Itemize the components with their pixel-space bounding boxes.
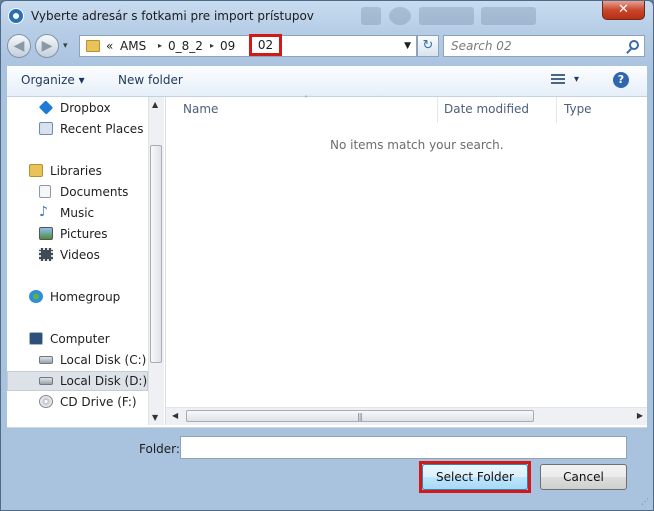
command-toolbar: Organize ▾ New folder ▾ ? [7, 66, 647, 97]
nav-item-videos[interactable]: Videos [7, 245, 148, 265]
breadcrumb-overflow[interactable]: « [106, 39, 113, 53]
recent-locations-dropdown[interactable]: ▾ [63, 41, 68, 51]
nav-item-label: Homegroup [50, 290, 121, 304]
organize-button[interactable]: Organize ▾ [21, 73, 85, 87]
nav-item-music[interactable]: ♪ Music [7, 203, 148, 223]
nav-item-label: Local Disk (C:) [60, 353, 147, 367]
new-folder-button[interactable]: New folder [118, 73, 183, 87]
scroll-left-icon[interactable]: ◀ [172, 411, 178, 420]
navigation-pane: Dropbox Recent Places Libraries Document… [7, 97, 148, 425]
column-divider[interactable] [556, 97, 557, 123]
nav-item-dropbox[interactable]: Dropbox [7, 98, 148, 118]
breadcrumb-09[interactable]: 09 [220, 39, 235, 53]
search-icon[interactable] [629, 40, 639, 50]
background-window-fragment [419, 7, 474, 25]
computer-icon [29, 332, 43, 345]
scroll-right-icon[interactable]: ▶ [637, 411, 643, 420]
breadcrumb-separator-icon[interactable]: ▸ [210, 41, 214, 50]
folder-icon [86, 40, 100, 52]
address-dropdown-icon[interactable]: ▼ [404, 41, 411, 51]
nav-item-computer[interactable]: Computer [7, 329, 148, 349]
forward-arrow-icon: ▶ [41, 38, 53, 54]
nav-item-label: Computer [50, 332, 110, 346]
scrollbar-thumb[interactable] [150, 145, 162, 363]
local-disk-c-icon [39, 356, 53, 364]
homegroup-icon [29, 290, 43, 303]
nav-item-label: Pictures [60, 227, 108, 241]
close-button[interactable]: ✕ [602, 1, 645, 20]
search-box[interactable]: Search 02 [443, 35, 645, 57]
forward-button[interactable]: ▶ [35, 34, 59, 58]
videos-icon [39, 248, 53, 261]
nav-item-cd-drive[interactable]: CD Drive (F:) [7, 392, 148, 412]
column-header-type[interactable]: Type [564, 102, 592, 116]
nav-item-local-disk-c[interactable]: Local Disk (C:) [7, 350, 148, 370]
scroll-down-icon[interactable]: ▼ [152, 413, 158, 422]
back-button[interactable]: ◀ [7, 34, 31, 58]
folder-name-input[interactable] [180, 436, 627, 459]
nav-item-label: Dropbox [60, 101, 111, 115]
breadcrumb-separator-icon[interactable]: ▸ [158, 41, 162, 50]
nav-item-recent-places[interactable]: Recent Places [7, 119, 148, 139]
file-dialog-window: Vyberte adresár s fotkami pre import prí… [0, 0, 654, 511]
column-header-name[interactable]: Name [183, 102, 218, 116]
nav-item-label: Libraries [50, 164, 102, 178]
refresh-button[interactable]: ↻ [417, 35, 439, 57]
background-window-fragment [481, 7, 536, 25]
window-title: Vyberte adresár s fotkami pre import prí… [31, 9, 314, 23]
search-input[interactable]: Search 02 [451, 39, 512, 53]
cancel-button[interactable]: Cancel [540, 464, 627, 490]
nav-item-documents[interactable]: Documents [7, 182, 148, 202]
nav-item-label: Recent Places [60, 122, 144, 136]
recent-places-icon [39, 122, 53, 135]
nav-item-label: Music [60, 206, 95, 220]
breadcrumb-ams[interactable]: AMS [120, 39, 146, 53]
view-dropdown-icon[interactable]: ▾ [574, 74, 579, 85]
nav-item-label: Videos [60, 248, 100, 262]
resize-grip-icon[interactable]: ⋰ [641, 497, 649, 506]
column-header-date-modified[interactable]: Date modified [444, 102, 529, 116]
nav-item-label: Documents [60, 185, 129, 199]
folder-label: Folder: [139, 442, 180, 456]
file-list-pane: ˄ Name Date modified Type No items match… [165, 95, 647, 425]
scroll-up-icon[interactable]: ▲ [152, 100, 158, 109]
navigation-pane-scrollbar[interactable]: ▲ ▼ [148, 97, 164, 425]
background-window-fragment [361, 7, 381, 25]
nav-item-homegroup[interactable]: Homegroup [7, 287, 148, 307]
title-bar: Vyberte adresár s fotkami pre import prí… [1, 1, 653, 31]
empty-folder-message: No items match your search. [330, 138, 504, 152]
local-disk-d-icon [39, 377, 53, 385]
file-list-horizontal-scrollbar[interactable]: ◀ ||| ▶ [166, 407, 647, 425]
back-arrow-icon: ◀ [13, 38, 25, 54]
documents-icon [39, 185, 51, 198]
libraries-icon [29, 164, 43, 177]
music-icon: ♪ [39, 204, 48, 220]
scrollbar-thumb[interactable]: ||| [186, 410, 534, 422]
nav-item-libraries[interactable]: Libraries [7, 161, 148, 181]
view-options-icon[interactable] [551, 74, 565, 86]
breadcrumb-0-8-2[interactable]: 0_8_2 [168, 39, 203, 53]
nav-item-label: Local Disk (D:) [60, 374, 148, 388]
navigation-bar: ◀ ▶ ▾ « AMS ▸ 0_8_2 ▸ 09 02 ▼ ↻ Search 0… [7, 33, 647, 61]
nav-item-label: CD Drive (F:) [60, 395, 137, 409]
app-icon [8, 8, 24, 24]
scrollbar-grip-icon: ||| [357, 412, 363, 421]
address-bar[interactable]: « AMS ▸ 0_8_2 ▸ 09 02 ▼ [79, 34, 417, 57]
breadcrumb-02[interactable]: 02 [249, 34, 282, 56]
pictures-icon [39, 227, 53, 240]
sort-ascending-icon: ˄ [304, 95, 308, 104]
nav-item-local-disk-d[interactable]: Local Disk (D:) [7, 371, 148, 391]
select-folder-highlight [419, 461, 531, 493]
cd-drive-icon [39, 395, 53, 408]
browser-content: Dropbox Recent Places Libraries Document… [7, 95, 647, 428]
column-divider[interactable] [437, 97, 438, 123]
background-window-fragment [389, 7, 411, 25]
help-icon[interactable]: ? [613, 72, 629, 88]
dropbox-icon [38, 100, 54, 115]
nav-item-pictures[interactable]: Pictures [7, 224, 148, 244]
refresh-icon: ↻ [422, 38, 434, 53]
